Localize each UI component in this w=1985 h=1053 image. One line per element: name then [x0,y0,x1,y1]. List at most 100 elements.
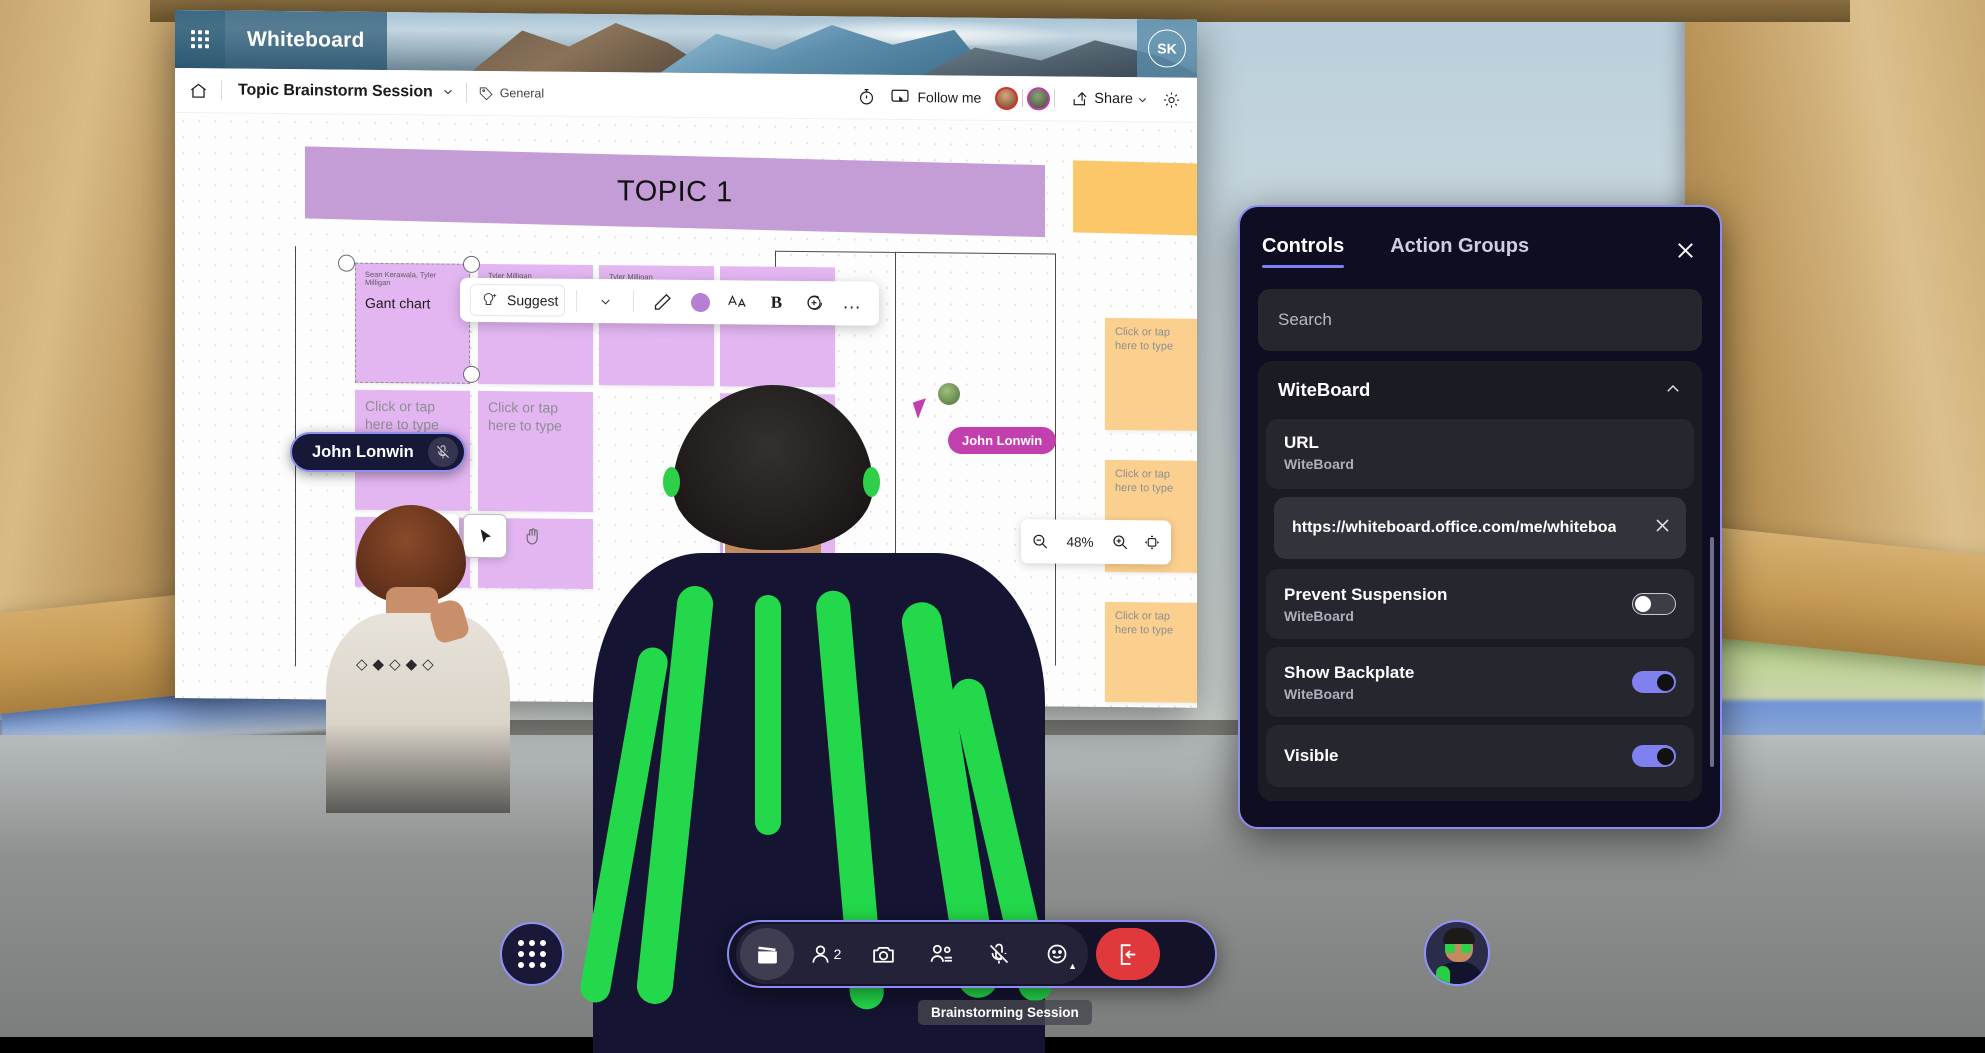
clapperboard-icon [755,942,780,967]
control-item-url[interactable]: URL WiteBoard [1266,419,1694,489]
control-item-sublabel: WiteBoard [1284,686,1414,702]
participant-name: John Lonwin [312,443,414,462]
emoji-smile-icon [1045,942,1069,966]
copilot-sparkle-icon [481,291,499,309]
chevron-up-icon: ▲ [1068,961,1077,971]
column-divider [895,252,1055,255]
toggle-prevent-suspension[interactable] [1632,593,1676,615]
present-screen-icon [890,87,910,107]
control-item-sublabel: WiteBoard [1284,456,1354,472]
tab-action-groups[interactable]: Action Groups [1390,235,1529,268]
close-icon[interactable] [1645,516,1672,541]
mic-muted-icon [428,437,458,467]
pen-icon[interactable] [645,285,679,319]
topic-header-band-secondary[interactable] [1073,160,1197,236]
color-swatch-icon[interactable] [683,285,717,319]
page-title: TOPIC 1 [617,175,733,209]
control-item-visible[interactable]: Visible [1266,725,1694,787]
toggle-visible[interactable] [1632,745,1676,767]
suggest-label: Suggest [507,292,558,308]
mic-button[interactable] [972,928,1026,980]
self-avatar-thumbnail[interactable] [1424,920,1490,986]
timer-icon[interactable] [857,87,876,106]
session-name-chip: Brainstorming Session [918,1000,1092,1025]
avatar[interactable]: SK [1137,19,1197,78]
person-icon [809,943,832,966]
app-launcher-icon[interactable] [175,10,225,68]
follow-me-button[interactable]: Follow me [890,87,982,108]
chevron-down-icon [1137,94,1148,105]
presence-avatars[interactable] [995,86,1057,110]
control-item-label: Show Backplate [1284,663,1414,683]
avatar-initials: SK [1148,29,1186,67]
controls-panel-tabs: Controls Action Groups [1262,207,1529,268]
control-item-label: URL [1284,433,1354,453]
people-count: 2 [834,946,842,962]
presence-avatar-2[interactable] [1027,87,1050,110]
add-comment-icon[interactable] [797,286,831,320]
sticky-note-placeholder[interactable]: Click or tap here to type [478,391,593,512]
topic-header-band[interactable]: TOPIC 1 [305,146,1045,237]
search-input[interactable]: Search [1258,289,1702,351]
zoom-in-icon[interactable] [1111,533,1129,551]
font-size-icon[interactable] [721,285,755,319]
control-group-witeboard: WiteBoard URL WiteBoard https://whiteboa… [1258,361,1702,801]
control-group-title: WiteBoard [1278,379,1370,401]
participant-nameplate[interactable]: John Lonwin [290,432,466,472]
sticky-note-placeholder-text: Click or tap here to type [365,398,460,434]
gear-icon[interactable] [1162,90,1181,109]
toggle-show-backplate[interactable] [1632,671,1676,693]
chevron-down-icon[interactable] [442,85,466,100]
presence-avatar-1[interactable] [995,86,1018,109]
sticky-note-placeholder-text: Click or tap here to type [1115,326,1193,354]
view-button[interactable] [914,928,968,980]
sticky-note-placeholder[interactable]: Click or tap here to type [1105,602,1197,703]
control-item-show-backplate[interactable]: Show Backplate WiteBoard [1266,647,1694,717]
sticky-note-placeholder-text: Click or tap here to type [1115,468,1193,496]
controls-panel[interactable]: Controls Action Groups Search WiteBoard … [1238,205,1722,829]
selection-box [355,263,470,384]
chevron-up-icon[interactable] [1664,380,1682,401]
tab-controls[interactable]: Controls [1262,235,1344,268]
camera-icon [871,942,896,967]
mesh-launcher-button[interactable] [500,922,564,986]
selection-handle[interactable] [463,256,480,273]
controls-panel-header: Controls Action Groups [1240,207,1720,289]
reactions-button[interactable]: ▲ [1030,928,1084,980]
bold-icon[interactable]: B [759,286,793,320]
zoom-level: 48% [1063,534,1097,549]
suggest-button[interactable]: Suggest [470,284,565,317]
scrollbar[interactable] [1710,537,1714,767]
scene-button[interactable] [740,928,794,980]
camera-button[interactable] [856,928,910,980]
sticky-note-placeholder-text: Click or tap here to type [488,399,583,435]
board-tag-label: General [500,86,544,100]
mic-muted-icon [987,942,1011,966]
share-button[interactable]: Share [1071,89,1148,109]
people-button[interactable]: 2 [798,928,852,980]
home-icon[interactable] [175,81,221,100]
url-input-field[interactable]: https://whiteboard.office.com/me/whitebo… [1274,497,1686,559]
control-group-header[interactable]: WiteBoard [1258,361,1702,419]
app-name-label: Whiteboard [225,10,387,70]
board-tag[interactable]: General [467,85,544,101]
page-title: Topic Brainstorm Session [222,81,442,101]
close-icon[interactable] [1670,235,1700,265]
fit-to-screen-icon[interactable] [1143,533,1161,551]
mesh-control-bar: 2 ▲ [727,920,1217,988]
format-toolbar: Suggest B … [460,278,879,326]
tag-icon [479,85,494,100]
share-icon [1071,89,1090,108]
sticky-note-placeholder[interactable]: Click or tap here to type [1105,318,1197,431]
control-item-label: Prevent Suspension [1284,585,1447,605]
leave-call-button[interactable] [1096,928,1160,980]
column-divider [775,251,895,253]
more-options-icon[interactable]: … [835,286,869,320]
avatar-participant-secondary: ◇◆◇◆◇ [320,505,520,805]
control-item-prevent-suspension[interactable]: Prevent Suspension WiteBoard [1266,569,1694,639]
control-item-sublabel: WiteBoard [1284,608,1447,624]
chevron-down-icon[interactable] [588,284,622,318]
selection-handle[interactable] [463,366,480,383]
selection-handle[interactable] [338,255,355,272]
control-item-label: Visible [1284,746,1339,766]
